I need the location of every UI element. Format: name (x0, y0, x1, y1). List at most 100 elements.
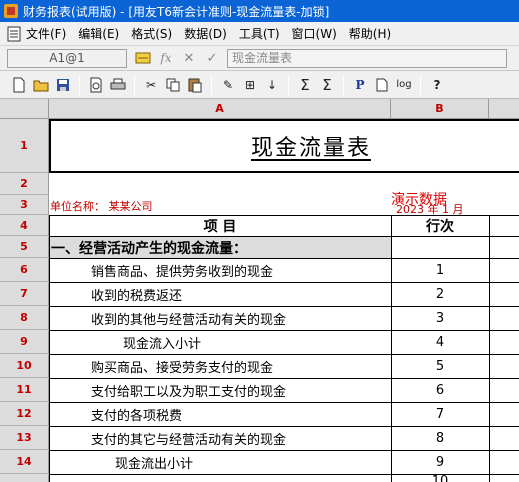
row-header[interactable]: 12 (0, 402, 49, 426)
row-header[interactable]: 6 (0, 258, 49, 282)
row-header[interactable]: 4 (0, 215, 49, 236)
confirm-icon[interactable]: ✓ (202, 48, 222, 68)
row-seq[interactable]: 7 (391, 402, 489, 426)
column-header-c[interactable] (489, 99, 519, 119)
format-brush-icon[interactable]: ✎ (217, 74, 239, 96)
row-header[interactable] (0, 474, 49, 482)
save-icon[interactable] (52, 74, 74, 96)
section-operating-activities[interactable]: 一、经营活动产生的现金流量： (49, 237, 391, 258)
menu-window[interactable]: 窗口(W) (292, 25, 345, 42)
row-label[interactable]: 收到的其他与经营活动有关的现金 (91, 306, 286, 330)
menu-bar: 文件(F) 编辑(E) 格式(S) 数据(D) 工具(T) 窗口(W) 帮助(H… (0, 22, 519, 46)
row-label[interactable]: 销售商品、提供劳务收到的现金 (91, 258, 273, 282)
column-title-seq[interactable]: 行次 (391, 216, 489, 236)
border-line (489, 215, 490, 482)
spreadsheet[interactable]: A B 1 2 3 4 5 6 7 8 9 10 11 12 13 14 现金流… (0, 99, 519, 482)
menu-edit[interactable]: 编辑(E) (78, 25, 127, 42)
row-label[interactable]: 现金流出小计 (115, 450, 193, 474)
row-seq[interactable]: 5 (391, 354, 489, 378)
formula-bar: A1@1 fx ✕ ✓ 现金流量表 (0, 46, 519, 71)
row-header[interactable]: 1 (0, 119, 49, 173)
company-name-label[interactable]: 单位名称： 某某公司 (50, 196, 153, 216)
title-bar: 财务报表(试用版) - [用友T6新会计准则-现金流量表-加锁] (0, 0, 519, 22)
border-line (49, 354, 519, 355)
row-header[interactable]: 14 (0, 450, 49, 474)
select-all-corner[interactable] (0, 99, 49, 119)
row-label[interactable]: 购买商品、接受劳务支付的现金 (91, 354, 273, 378)
row-label[interactable]: 支付的各项税费 (91, 402, 182, 426)
paste-icon[interactable] (184, 74, 206, 96)
column-title-item[interactable]: 项 目 (49, 216, 391, 236)
row-header[interactable]: 11 (0, 378, 49, 402)
print-preview-icon[interactable] (85, 74, 107, 96)
border-line (49, 402, 519, 403)
border-line (49, 378, 519, 379)
border-line (49, 306, 519, 307)
sort-icon[interactable]: ↓ (261, 74, 283, 96)
row-seq[interactable]: 8 (391, 426, 489, 450)
toolbar-separator (288, 74, 289, 95)
report-title-cell[interactable]: 现金流量表 (49, 119, 519, 173)
menu-tools[interactable]: 工具(T) (239, 25, 288, 42)
document-icon[interactable] (7, 26, 21, 42)
toolbar-separator (134, 74, 135, 95)
toolbar-separator (211, 74, 212, 95)
menu-file[interactable]: 文件(F) (26, 25, 74, 42)
row-header[interactable]: 9 (0, 330, 49, 354)
cell-reference-box[interactable]: A1@1 (7, 48, 127, 68)
copy-icon[interactable] (162, 74, 184, 96)
insert-row-icon[interactable]: ⊞ (239, 74, 261, 96)
row-header[interactable]: 3 (0, 195, 49, 215)
border-line (391, 215, 392, 482)
toolbar: ✂ ✎ ⊞ ↓ Σ Σ P log ? (0, 71, 519, 99)
cut-icon[interactable]: ✂ (140, 74, 162, 96)
row-label[interactable]: 现金流入小计 (123, 330, 201, 354)
menu-format[interactable]: 格式(S) (131, 25, 180, 42)
row-seq[interactable]: 10 (391, 474, 489, 482)
column-header-a[interactable]: A (49, 99, 391, 119)
menu-help[interactable]: 帮助(H) (349, 25, 399, 42)
border-line (49, 282, 519, 283)
border-line (49, 258, 519, 259)
toolbar-separator (420, 74, 421, 95)
new-file-icon[interactable] (8, 74, 30, 96)
row-header[interactable]: 7 (0, 282, 49, 306)
formula-input[interactable]: 现金流量表 (227, 48, 507, 68)
help-icon[interactable]: ? (426, 74, 448, 96)
border-line (49, 474, 519, 475)
row-seq[interactable]: 6 (391, 378, 489, 402)
border-line (49, 215, 50, 482)
open-folder-icon[interactable] (30, 74, 52, 96)
window-title: 财务报表(试用版) - [用友T6新会计准则-现金流量表-加锁] (23, 4, 330, 19)
row-header[interactable]: 8 (0, 306, 49, 330)
row-label[interactable]: 支付的其它与经营活动有关的现金 (91, 426, 286, 450)
column-header-b[interactable]: B (391, 99, 489, 119)
page-icon[interactable] (371, 74, 393, 96)
row-seq[interactable]: 2 (391, 282, 489, 306)
border-line (49, 426, 519, 427)
toolbar-separator (343, 74, 344, 95)
app-icon (4, 4, 18, 18)
row-header[interactable]: 13 (0, 426, 49, 450)
toolbar-separator (79, 74, 80, 95)
print-icon[interactable] (107, 74, 129, 96)
function-wizard-icon[interactable] (133, 48, 153, 68)
row-seq[interactable]: 9 (391, 450, 489, 474)
row-label[interactable]: 支付给职工以及为职工支付的现金 (91, 378, 286, 402)
log-icon[interactable]: log (393, 74, 415, 96)
cancel-icon[interactable]: ✕ (179, 48, 199, 68)
report-title: 现金流量表 (250, 136, 371, 161)
row-header[interactable]: 5 (0, 236, 49, 258)
row-label[interactable]: 收到的税费返还 (91, 282, 182, 306)
row-header[interactable]: 2 (0, 173, 49, 195)
sum-area-icon[interactable]: Σ (316, 74, 338, 96)
row-seq[interactable]: 1 (391, 258, 489, 282)
sum-icon[interactable]: Σ (294, 74, 316, 96)
row-seq[interactable]: 3 (391, 306, 489, 330)
fx-icon[interactable]: fx (156, 48, 176, 68)
menu-data[interactable]: 数据(D) (184, 25, 235, 42)
p-icon[interactable]: P (349, 74, 371, 96)
row-seq[interactable]: 4 (391, 330, 489, 354)
row-header[interactable]: 10 (0, 354, 49, 378)
border-line (49, 450, 519, 451)
